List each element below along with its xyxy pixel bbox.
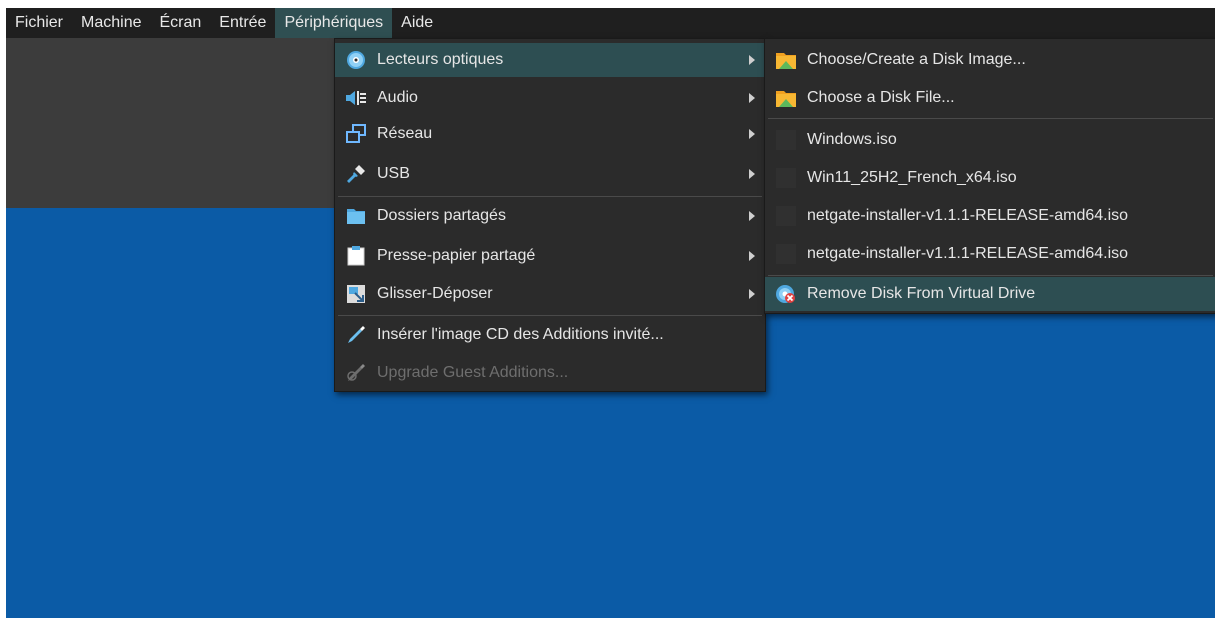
menubar: Fichier Machine Écran Entrée Périphériqu… bbox=[6, 8, 1215, 38]
iso-checkbox-icon bbox=[775, 167, 797, 189]
menu-item-audio[interactable]: Audio bbox=[335, 81, 765, 115]
menu-item-iso-netgate-2[interactable]: netgate-installer-v1.1.1-RELEASE-amd64.i… bbox=[765, 237, 1215, 271]
peripheriques-menu: Lecteurs optiques Audio Réseau USB Dossi… bbox=[334, 38, 766, 392]
menu-separator bbox=[768, 118, 1213, 119]
menu-item-usb[interactable]: USB bbox=[335, 157, 765, 191]
menu-item-choose-create-disk-image[interactable]: Choose/Create a Disk Image... bbox=[765, 43, 1215, 77]
disk-image-icon bbox=[775, 49, 797, 71]
submenu-arrow-icon bbox=[749, 117, 755, 151]
menu-item-label: Choose a Disk File... bbox=[807, 89, 955, 106]
menu-item-label: Choose/Create a Disk Image... bbox=[807, 51, 1026, 68]
submenu-arrow-icon bbox=[749, 199, 755, 233]
menu-separator bbox=[338, 196, 762, 197]
menu-item-label: Glisser-Déposer bbox=[377, 285, 493, 302]
menu-item-label: netgate-installer-v1.1.1-RELEASE-amd64.i… bbox=[807, 245, 1129, 262]
menu-item-label: USB bbox=[377, 165, 410, 182]
menu-item-reseau[interactable]: Réseau bbox=[335, 117, 765, 151]
submenu-arrow-icon bbox=[749, 277, 755, 311]
menu-item-lecteurs-optiques[interactable]: Lecteurs optiques bbox=[335, 43, 765, 77]
audio-icon bbox=[345, 87, 367, 109]
disk-file-icon bbox=[775, 87, 797, 109]
guest-additions-icon bbox=[345, 324, 367, 346]
iso-checkbox-icon bbox=[775, 243, 797, 265]
menu-peripheriques[interactable]: Périphériques bbox=[275, 8, 393, 38]
shared-folder-icon bbox=[345, 205, 367, 227]
menu-item-label: Windows.iso bbox=[807, 131, 897, 148]
menu-item-label: Insérer l'image CD des Additions invité.… bbox=[377, 326, 664, 343]
menu-separator bbox=[338, 315, 762, 316]
upgrade-additions-icon bbox=[345, 362, 367, 384]
usb-icon bbox=[345, 163, 367, 185]
iso-checkbox-icon bbox=[775, 129, 797, 151]
menu-item-upgrade-additions: Upgrade Guest Additions... bbox=[335, 356, 765, 390]
menu-machine[interactable]: Machine bbox=[72, 8, 150, 38]
submenu-arrow-icon bbox=[749, 81, 755, 115]
remove-disk-icon bbox=[775, 283, 797, 305]
menu-item-label: Remove Disk From Virtual Drive bbox=[807, 285, 1036, 302]
menu-item-dossiers-partages[interactable]: Dossiers partagés bbox=[335, 199, 765, 233]
menu-item-label: Win11_25H2_French_x64.iso bbox=[807, 169, 1017, 186]
menu-item-label: Audio bbox=[377, 89, 418, 106]
clipboard-icon bbox=[345, 245, 367, 267]
submenu-arrow-icon bbox=[749, 43, 755, 77]
menu-entree[interactable]: Entrée bbox=[210, 8, 275, 38]
network-icon bbox=[345, 123, 367, 145]
submenu-arrow-icon bbox=[749, 239, 755, 273]
menu-item-iso-win11[interactable]: Win11_25H2_French_x64.iso bbox=[765, 161, 1215, 195]
menu-item-label: Upgrade Guest Additions... bbox=[377, 364, 569, 381]
submenu-arrow-icon bbox=[749, 157, 755, 191]
menu-aide[interactable]: Aide bbox=[392, 8, 442, 38]
menu-item-glisser-deposer[interactable]: Glisser-Déposer bbox=[335, 277, 765, 311]
menu-item-iso-windows[interactable]: Windows.iso bbox=[765, 123, 1215, 157]
menu-item-label: netgate-installer-v1.1.1-RELEASE-amd64.i… bbox=[807, 207, 1129, 224]
menu-item-remove-disk[interactable]: Remove Disk From Virtual Drive bbox=[765, 277, 1215, 311]
menu-separator bbox=[768, 275, 1213, 276]
menu-ecran[interactable]: Écran bbox=[151, 8, 211, 38]
menu-item-label: Dossiers partagés bbox=[377, 207, 506, 224]
optical-disc-icon bbox=[345, 49, 367, 71]
menu-item-label: Lecteurs optiques bbox=[377, 51, 504, 68]
menu-item-presse-papier[interactable]: Presse-papier partagé bbox=[335, 239, 765, 273]
menu-item-choose-disk-file[interactable]: Choose a Disk File... bbox=[765, 81, 1215, 115]
iso-checkbox-icon bbox=[775, 205, 797, 227]
menu-item-label: Réseau bbox=[377, 125, 433, 142]
menu-item-label: Presse-papier partagé bbox=[377, 247, 536, 264]
menu-item-inserer-additions[interactable]: Insérer l'image CD des Additions invité.… bbox=[335, 318, 765, 352]
menu-fichier[interactable]: Fichier bbox=[6, 8, 72, 38]
optical-drives-submenu: Choose/Create a Disk Image... Choose a D… bbox=[764, 38, 1215, 314]
drag-drop-icon bbox=[345, 283, 367, 305]
menu-item-iso-netgate-1[interactable]: netgate-installer-v1.1.1-RELEASE-amd64.i… bbox=[765, 199, 1215, 233]
